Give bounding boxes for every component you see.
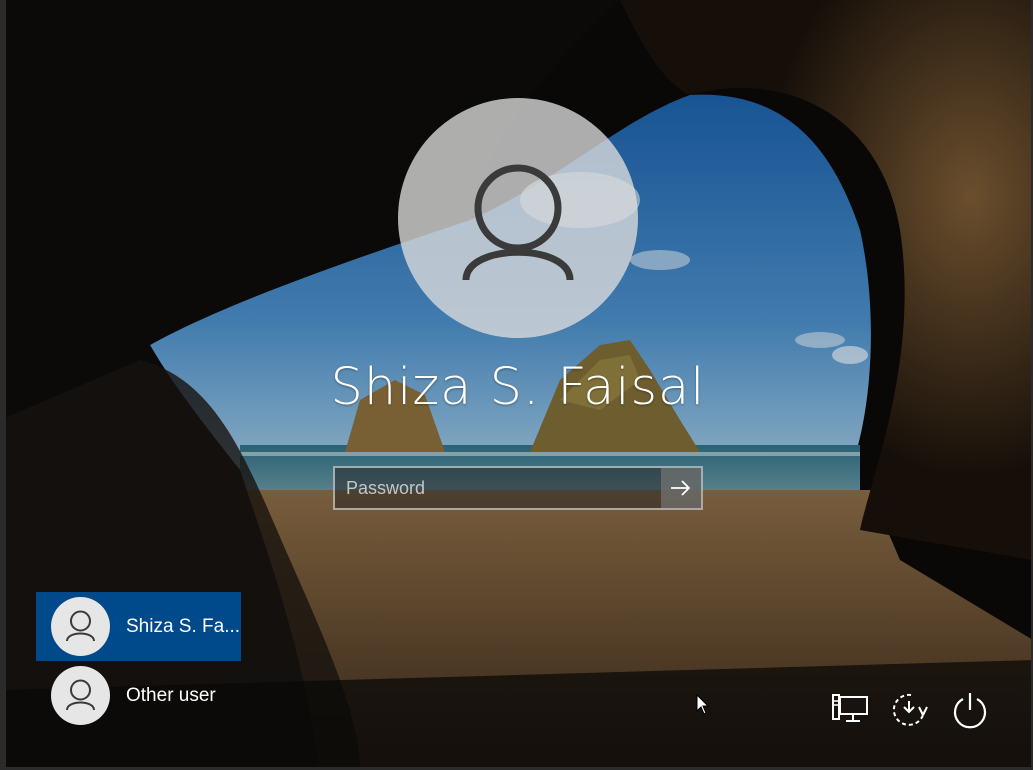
ease-of-access-button[interactable] bbox=[887, 688, 931, 732]
user-avatar-small bbox=[51, 597, 110, 656]
submit-button[interactable] bbox=[661, 468, 701, 508]
user-list-item-other[interactable]: Other user bbox=[36, 661, 241, 730]
user-avatar-small bbox=[51, 666, 110, 725]
user-list-item-label: Shiza S. Fa... bbox=[126, 616, 241, 637]
arrow-right-icon bbox=[671, 480, 691, 496]
password-input[interactable] bbox=[335, 468, 661, 508]
user-silhouette-icon bbox=[462, 164, 574, 281]
lock-screen: Shiza S. Faisal Shiza S. Fa... Other use… bbox=[0, 0, 1033, 770]
user-list-item-current[interactable]: Shiza S. Fa... bbox=[36, 592, 241, 661]
user-list-item-label: Other user bbox=[126, 685, 216, 706]
power-button[interactable] bbox=[948, 688, 992, 732]
user-list: Shiza S. Fa... Other user bbox=[36, 592, 241, 730]
user-avatar-large bbox=[398, 98, 638, 338]
user-name-heading: Shiza S. Faisal bbox=[330, 358, 706, 417]
password-box bbox=[333, 466, 703, 510]
power-icon bbox=[953, 693, 987, 729]
user-silhouette-icon bbox=[66, 610, 95, 642]
network-icon bbox=[832, 694, 868, 722]
ease-of-access-icon bbox=[892, 693, 928, 726]
mouse-cursor-icon bbox=[696, 694, 710, 715]
user-silhouette-icon bbox=[66, 679, 95, 711]
network-button[interactable] bbox=[828, 688, 872, 732]
